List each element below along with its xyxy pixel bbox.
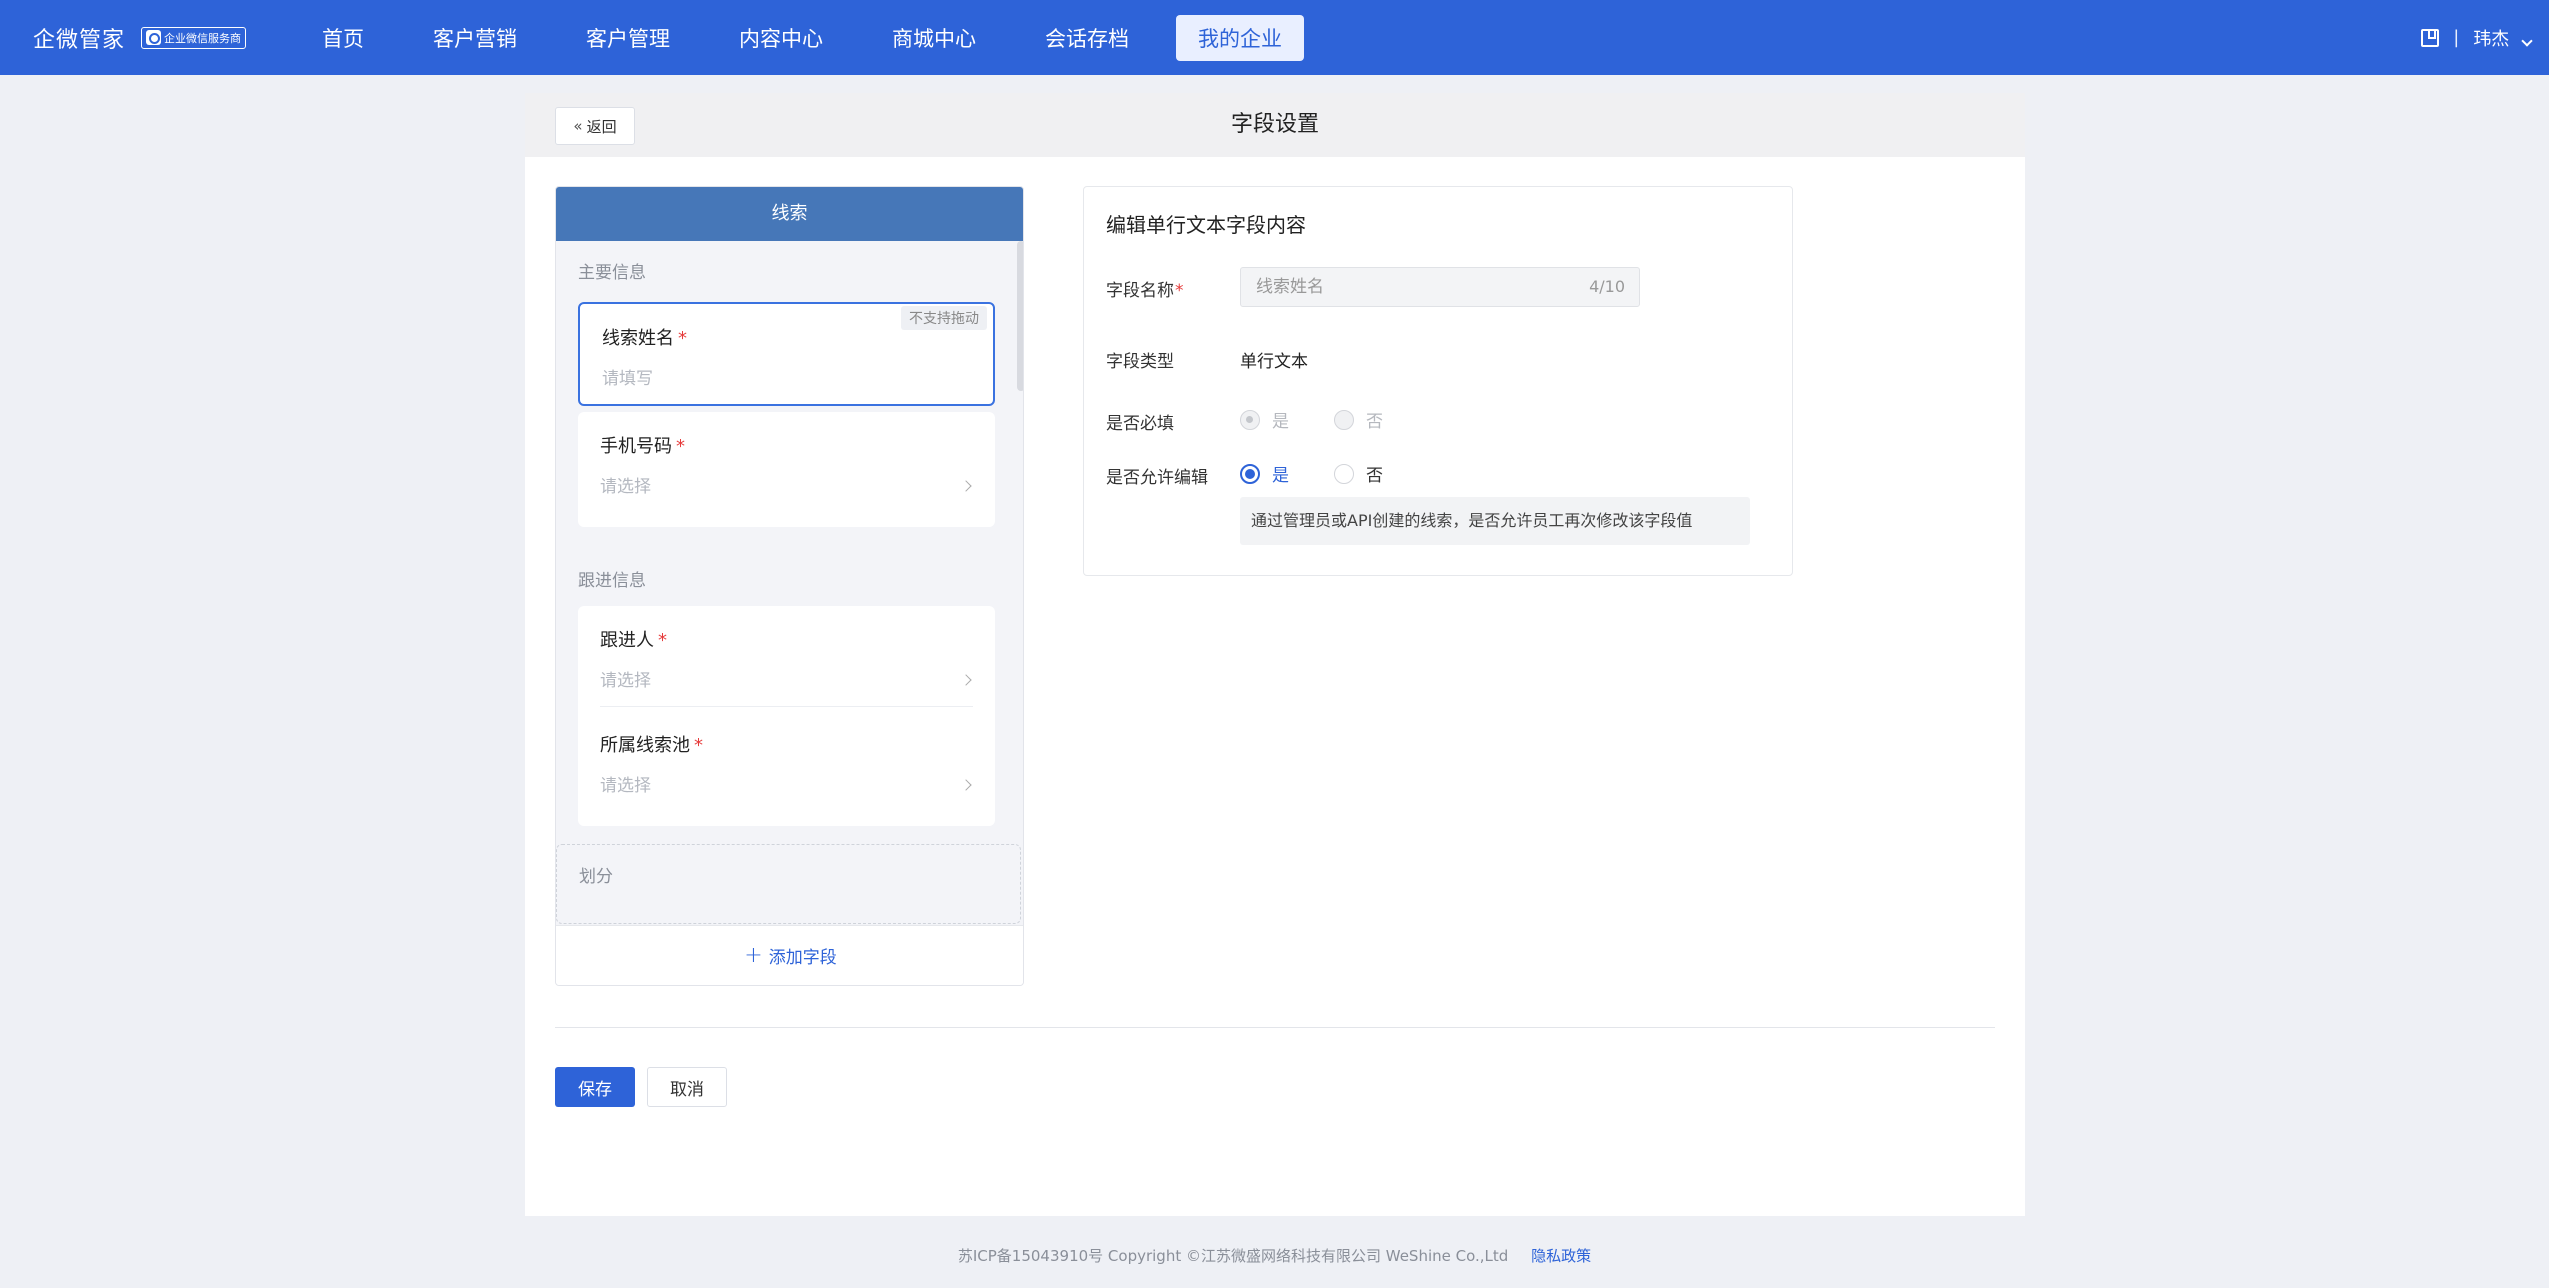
editor-title: 编辑单行文本字段内容	[1106, 213, 1306, 237]
field-phone[interactable]: 手机号码 * 请选择	[578, 412, 995, 527]
brand-badge-text: 企业微信服务商	[164, 31, 242, 45]
add-field-button[interactable]: + 添加字段	[556, 925, 1023, 985]
field-label: 所属线索池 *	[600, 731, 973, 757]
field-placeholder: 请选择	[600, 776, 651, 796]
main-nav: 首页 客户营销 客户管理 内容中心 商城中心 会话存档 我的企业	[300, 0, 1329, 75]
radio-dot	[1334, 463, 1354, 484]
radio-label: 是	[1272, 466, 1289, 486]
no-drag-tag: 不支持拖动	[901, 306, 987, 330]
document-icon[interactable]	[2421, 28, 2440, 47]
field-placeholder: 请选择	[600, 477, 651, 497]
top-right-area: | 玮杰	[2421, 0, 2533, 75]
footer-copyright: 苏ICP备15043910号 Copyright ©江苏微盛网络科技有限公司 W…	[957, 1247, 1509, 1265]
separator: |	[2453, 27, 2460, 48]
field-lead-pool[interactable]: 所属线索池 * 请选择	[578, 711, 995, 826]
nav-item-my-enterprise[interactable]: 我的企业	[1176, 14, 1304, 61]
form-preview-title: 线索	[556, 187, 1023, 241]
back-button[interactable]: « 返回	[555, 107, 635, 145]
field-name-label-text: 字段名称	[1106, 281, 1174, 301]
form-preview-body[interactable]: 主要信息 不支持拖动 线索姓名 * 请填写 手机号码 * 请选择 跟进信息 跟进人	[556, 241, 1023, 927]
form-preview-panel: 线索 主要信息 不支持拖动 线索姓名* 请填写 手机号码* 请选择 跟进信息	[555, 186, 1024, 986]
field-label: 手机号码 *	[600, 432, 973, 458]
scrollbar[interactable]	[1017, 241, 1023, 391]
page-header: 字段设置 « 返回	[525, 93, 2025, 157]
editable-hint: 通过管理员或API创建的线索，是否允许员工再次修改该字段值	[1240, 497, 1750, 545]
double-chevron-left-icon: «	[573, 117, 583, 135]
divider	[555, 1027, 1995, 1028]
divider	[600, 706, 973, 707]
top-nav-bar: 企微管家 企业微信服务商 首页 客户营销 客户管理 内容中心 商城中心 会话存档…	[0, 0, 2549, 75]
user-menu[interactable]: 玮杰	[2473, 25, 2533, 51]
required-mark: *	[658, 630, 667, 651]
editable-label: 是否允许编辑	[1106, 468, 1208, 488]
brand-badge: 企业微信服务商	[141, 26, 247, 49]
field-editor-panel: 编辑单行文本字段内容 字段名称* 线索姓名 4/10 字段类型 单行文本 是否必…	[1083, 186, 1793, 576]
page-footer: 苏ICP备15043910号 Copyright ©江苏微盛网络科技有限公司 W…	[0, 1245, 2549, 1266]
radio-dot	[1334, 409, 1354, 430]
required-label: 是否必填	[1106, 414, 1174, 434]
field-label-text: 手机号码	[600, 436, 672, 457]
user-name: 玮杰	[2473, 28, 2510, 50]
field-label-text: 所属线索池	[600, 735, 690, 756]
field-label-text: 线索姓名	[602, 328, 674, 349]
back-label: 返回	[586, 117, 617, 136]
char-count: 4/10	[1589, 277, 1625, 296]
field-card: 跟进人 * 请选择 所属线索池 * 请选择	[578, 606, 995, 826]
nav-item-mall-center[interactable]: 商城中心	[870, 15, 998, 61]
nav-item-customer-marketing[interactable]: 客户营销	[411, 15, 539, 61]
section-title-division: 划分	[579, 867, 613, 887]
field-name-value: 线索姓名	[1256, 277, 1324, 297]
brand-name: 企微管家	[33, 27, 126, 53]
editable-yes-radio[interactable]: 是	[1240, 461, 1289, 486]
required-no-radio[interactable]: 否	[1334, 407, 1383, 432]
radio-label: 是	[1272, 412, 1289, 432]
field-type-value: 单行文本	[1240, 352, 1308, 372]
radio-dot	[1240, 463, 1260, 484]
privacy-policy-link[interactable]: 隐私政策	[1531, 1247, 1591, 1265]
field-name-label: 字段名称*	[1106, 276, 1184, 301]
cancel-button[interactable]: 取消	[647, 1067, 727, 1107]
nav-item-home[interactable]: 首页	[300, 15, 386, 61]
nav-item-content-center[interactable]: 内容中心	[717, 15, 845, 61]
required-mark: *	[676, 436, 685, 457]
radio-dot	[1240, 409, 1260, 430]
field-placeholder: 请选择	[600, 671, 651, 691]
plus-icon: +	[744, 943, 763, 968]
required-mark: *	[1175, 281, 1184, 301]
section-division[interactable]: 划分	[556, 844, 1021, 924]
radio-label: 否	[1366, 412, 1383, 432]
page-title: 字段设置	[1230, 112, 1319, 137]
editable-no-radio[interactable]: 否	[1334, 461, 1383, 486]
nav-item-session-archive[interactable]: 会话存档	[1023, 15, 1151, 61]
editable-radio-group: 是 否	[1240, 461, 1428, 486]
field-follower[interactable]: 跟进人 * 请选择	[578, 606, 995, 721]
field-label-text: 跟进人	[600, 630, 654, 651]
required-yes-radio[interactable]: 是	[1240, 407, 1289, 432]
required-radio-group: 是 否	[1240, 407, 1428, 432]
add-field-label: 添加字段	[768, 948, 837, 968]
field-placeholder: 请填写	[602, 369, 653, 389]
field-lead-name[interactable]: 不支持拖动 线索姓名 * 请填写	[578, 302, 995, 406]
radio-label: 否	[1366, 466, 1383, 486]
brand-badge-icon	[146, 30, 162, 45]
section-title-follow-info: 跟进信息	[578, 571, 646, 591]
brand[interactable]: 企微管家 企业微信服务商	[33, 0, 247, 75]
field-name-input[interactable]: 线索姓名 4/10	[1240, 267, 1640, 307]
main-card: 字段设置 « 返回 线索 主要信息 不支持拖动 线索姓名 * 请填写 手机号码 * …	[525, 93, 2025, 1216]
required-mark: *	[678, 328, 687, 349]
field-card: 不支持拖动 线索姓名 * 请填写	[578, 302, 995, 406]
field-card: 手机号码 * 请选择	[578, 412, 995, 527]
save-button[interactable]: 保存	[555, 1067, 635, 1107]
required-mark: *	[694, 735, 703, 756]
section-title-main-info: 主要信息	[578, 263, 646, 283]
chevron-down-icon	[2521, 34, 2533, 47]
field-label: 跟进人 *	[600, 626, 973, 652]
nav-item-customer-management[interactable]: 客户管理	[564, 15, 692, 61]
field-type-label: 字段类型	[1106, 352, 1174, 372]
